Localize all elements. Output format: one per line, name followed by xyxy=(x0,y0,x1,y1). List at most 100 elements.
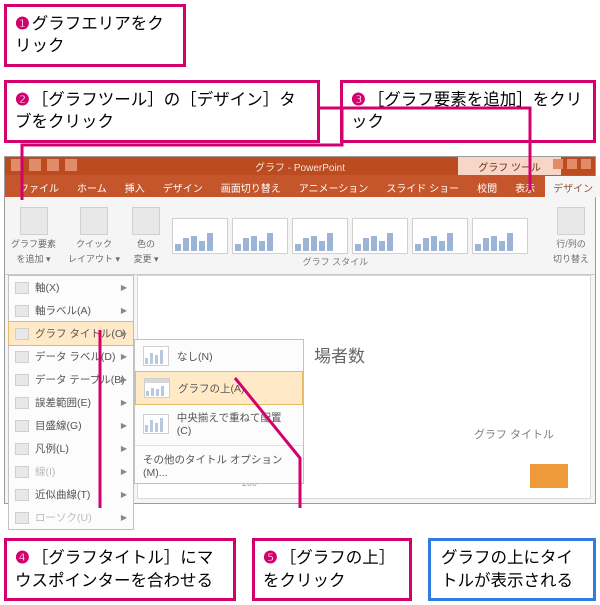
menu-label: 軸(X) xyxy=(35,280,60,295)
switch-row-col-label-1: 行/列の xyxy=(556,237,586,250)
tab-review[interactable]: 校閲 xyxy=(469,176,505,197)
switch-row-col-button[interactable]: 行/列の 切り替え xyxy=(553,207,589,265)
close-icon[interactable] xyxy=(581,159,591,169)
tab-home[interactable]: ホーム xyxy=(69,176,115,197)
chevron-right-icon: ▶ xyxy=(121,513,127,522)
menu-label: 誤差範囲(E) xyxy=(35,395,91,410)
menu-label: グラフ タイトル(C) xyxy=(35,326,126,341)
menu-label: 軸ラベル(A) xyxy=(35,303,91,318)
menu-error-bars[interactable]: 誤差範囲(E) ▶ xyxy=(9,391,133,414)
menu-label: ローソク(U) xyxy=(35,510,92,525)
chevron-right-icon: ▶ xyxy=(121,375,127,384)
titlebar: グラフ - PowerPoint グラフ ツール xyxy=(5,157,595,175)
chevron-right-icon: ▶ xyxy=(121,490,127,499)
submenu-label: 中央揃えで重ねて配置(C) xyxy=(177,410,295,437)
menu-label: データ テーブル(B) xyxy=(35,372,125,387)
menu-data-label[interactable]: データ ラベル(D)▶ xyxy=(9,345,133,368)
result-box: グラフの上にタイトルが表示される xyxy=(428,538,596,601)
callout-text-5: ［グラフの上］をクリック xyxy=(263,549,395,589)
menu-lines[interactable]: 線(I) ▶ xyxy=(9,460,133,483)
axis-icon xyxy=(15,282,29,294)
maximize-icon[interactable] xyxy=(567,159,577,169)
result-text: グラフの上にタイトルが表示される xyxy=(441,549,573,589)
switch-row-col-icon xyxy=(557,207,585,235)
tab-insert[interactable]: 挿入 xyxy=(117,176,153,197)
data-table-icon xyxy=(15,374,29,386)
error-bars-icon xyxy=(15,397,29,409)
contextual-tab-label: グラフ ツール xyxy=(458,157,561,175)
menu-legend[interactable]: 凡例(L)▶ xyxy=(9,437,133,460)
callout-1: ❶グラフエリアをクリック xyxy=(4,4,186,67)
tab-animations[interactable]: アニメーション xyxy=(291,176,377,197)
chevron-right-icon: ▶ xyxy=(121,352,127,361)
callout-text-2: ［グラフツール］の［デザイン］タブをクリック xyxy=(15,91,296,131)
tab-view[interactable]: 表示 xyxy=(507,176,543,197)
submenu-more-options[interactable]: その他のタイトル オプション(M)... xyxy=(135,448,303,483)
tab-transitions[interactable]: 画面切り替え xyxy=(213,176,289,197)
menu-updown-bars[interactable]: ローソク(U) ▶ xyxy=(9,506,133,529)
submenu-label: なし(N) xyxy=(177,349,213,364)
ribbon: グラフ要素 を追加 ▾ クイック レイアウト ▾ 色の 変更 ▾ グラフ スタイ… xyxy=(5,197,595,275)
callout-num-5: ❺ xyxy=(263,549,278,567)
quick-layout-icon xyxy=(80,207,108,235)
updown-bars-icon xyxy=(15,512,29,524)
callout-4: ❹［グラフタイトル］にマウスポインターを合わせる xyxy=(4,538,236,601)
quick-layout-label-1: クイック xyxy=(76,237,112,250)
submenu-label: その他のタイトル オプション(M)... xyxy=(143,452,295,479)
callout-num-2: ❷ xyxy=(15,91,30,109)
callout-num-1: ❶ xyxy=(15,15,30,33)
chart-style-item[interactable] xyxy=(412,218,468,254)
menu-chart-title[interactable]: グラフ タイトル(C)▶ xyxy=(8,321,134,346)
menu-gridlines[interactable]: 目盛線(G)▶ xyxy=(9,414,133,437)
axis-label-icon xyxy=(15,305,29,317)
callout-num-4: ❹ xyxy=(15,549,30,567)
minimize-icon[interactable] xyxy=(553,159,563,169)
gridlines-icon xyxy=(15,420,29,432)
submenu-centered-overlay[interactable]: 中央揃えで重ねて配置(C) xyxy=(135,404,303,443)
slide-title-partial: 場者数 xyxy=(314,342,365,367)
chart-style-item[interactable] xyxy=(172,218,228,254)
callout-5: ❺［グラフの上］をクリック xyxy=(252,538,412,601)
menu-trendline[interactable]: 近似曲線(T) ▶ xyxy=(9,483,133,506)
chart-title-submenu: なし(N) グラフの上(A) 中央揃えで重ねて配置(C) その他のタイトル オプ… xyxy=(134,339,304,484)
tab-chart-design[interactable]: デザイン xyxy=(545,176,600,197)
add-chart-element-button[interactable]: グラフ要素 を追加 ▾ xyxy=(11,207,56,265)
add-chart-element-label-2: を追加 ▾ xyxy=(16,252,50,265)
none-thumb-icon xyxy=(143,346,169,366)
menu-data-table[interactable]: データ テーブル(B)▶ xyxy=(9,368,133,391)
add-chart-element-menu: 軸(X)▶ 軸ラベル(A)▶ グラフ タイトル(C)▶ データ ラベル(D)▶ … xyxy=(8,275,134,530)
chart-title-icon xyxy=(15,328,29,340)
add-chart-element-icon xyxy=(20,207,48,235)
callout-3: ❸［グラフ要素を追加］をクリック xyxy=(340,80,596,143)
tab-design[interactable]: デザイン xyxy=(155,176,211,197)
chevron-right-icon: ▶ xyxy=(121,306,127,315)
menu-label: 線(I) xyxy=(35,464,55,479)
change-colors-label-1: 色の xyxy=(137,237,155,250)
menu-label: 近似曲線(T) xyxy=(35,487,90,502)
ribbon-tabs: ファイル ホーム 挿入 デザイン 画面切り替え アニメーション スライド ショー… xyxy=(5,175,595,197)
chevron-right-icon: ▶ xyxy=(121,467,127,476)
menu-label: 目盛線(G) xyxy=(35,418,82,433)
submenu-above-chart[interactable]: グラフの上(A) xyxy=(135,371,303,405)
chart-style-item[interactable] xyxy=(232,218,288,254)
submenu-none[interactable]: なし(N) xyxy=(135,340,303,372)
chevron-right-icon: ▶ xyxy=(121,398,127,407)
chart-title-placeholder[interactable]: グラフ タイトル xyxy=(474,426,554,442)
menu-axis[interactable]: 軸(X)▶ xyxy=(9,276,133,299)
chart-style-item[interactable] xyxy=(292,218,348,254)
chart-style-item[interactable] xyxy=(472,218,528,254)
tab-file[interactable]: ファイル xyxy=(11,176,67,197)
chart-styles-gallery[interactable]: グラフ スタイル xyxy=(172,218,535,254)
change-colors-button[interactable]: 色の 変更 ▾ xyxy=(132,207,160,265)
quick-layout-button[interactable]: クイック レイアウト ▾ xyxy=(68,207,120,265)
quick-layout-label-2: レイアウト ▾ xyxy=(68,252,120,265)
window-controls[interactable] xyxy=(553,159,591,169)
above-thumb-icon xyxy=(144,378,170,398)
tab-slideshow[interactable]: スライド ショー xyxy=(378,176,467,197)
chevron-right-icon: ▶ xyxy=(121,329,127,338)
menu-axis-label[interactable]: 軸ラベル(A) ▶ xyxy=(9,299,133,322)
callout-2: ❷［グラフツール］の［デザイン］タブをクリック xyxy=(4,80,320,143)
callout-text-1: グラフエリアをクリック xyxy=(15,15,164,55)
chart-style-item[interactable] xyxy=(352,218,408,254)
powerpoint-window: グラフ - PowerPoint グラフ ツール ファイル ホーム 挿入 デザイ… xyxy=(4,156,596,504)
